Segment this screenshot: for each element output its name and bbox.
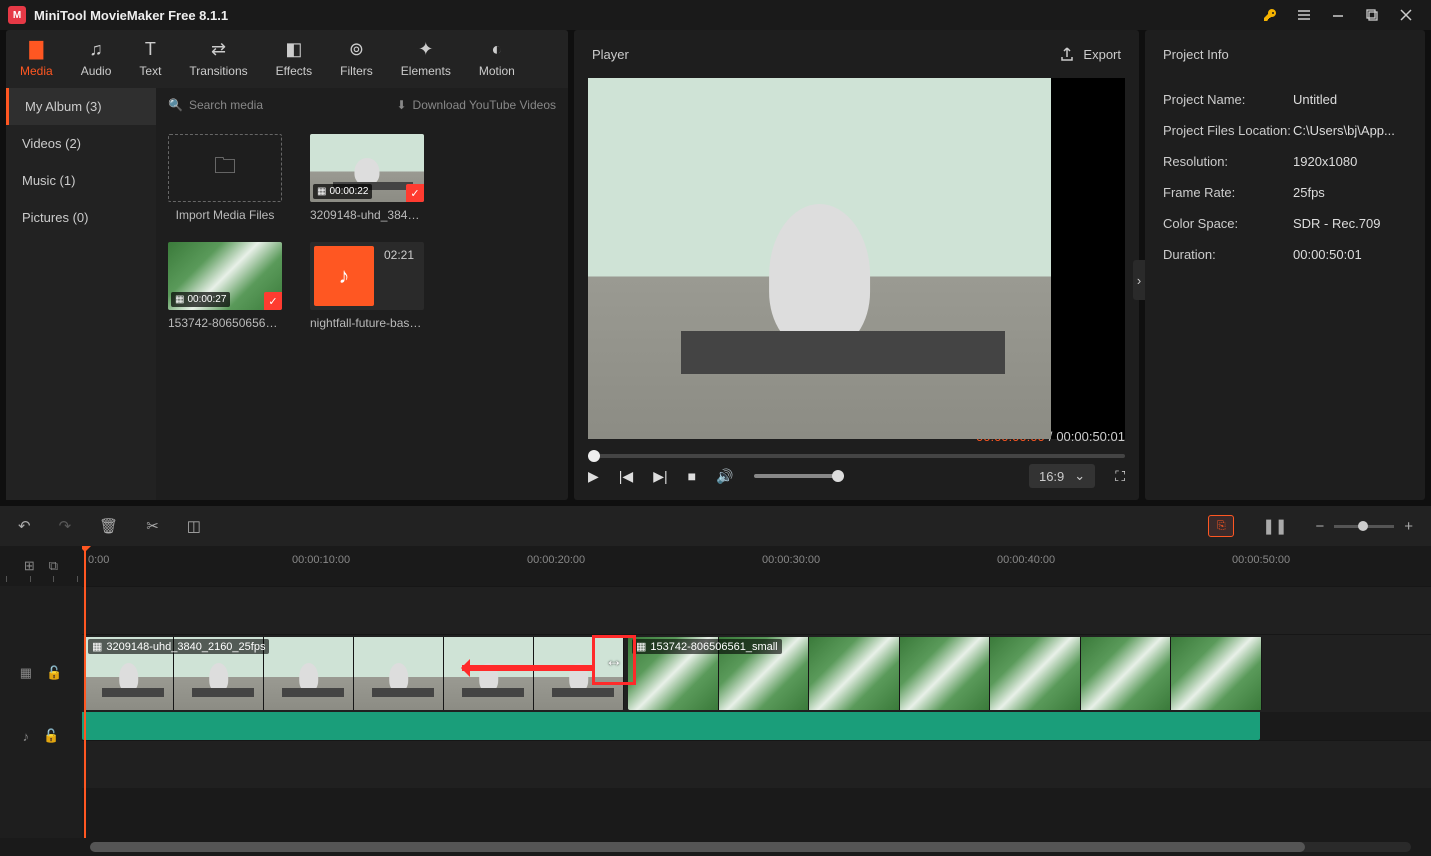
player-title: Player bbox=[592, 47, 1059, 62]
zoom-out-button[interactable]: − bbox=[1315, 518, 1324, 535]
motion-icon: ◐ bbox=[491, 38, 502, 60]
stop-button[interactable]: ■ bbox=[688, 468, 696, 484]
undo-button[interactable]: ↶ bbox=[18, 517, 31, 535]
resize-cursor-icon: ↔ bbox=[605, 650, 623, 671]
sidebar-item-myalbum[interactable]: My Album (3) bbox=[6, 88, 156, 125]
added-check-icon: ✓ bbox=[264, 292, 282, 310]
tab-audio[interactable]: ♫Audio bbox=[67, 30, 126, 88]
clip-trim-handle[interactable]: ↔ bbox=[592, 635, 636, 685]
redo-button[interactable]: ↷ bbox=[59, 517, 72, 535]
aspect-ratio-select[interactable]: 16:9 ⌄ bbox=[1029, 464, 1095, 488]
media-item-clip2[interactable]: ▦00:00:27 ✓ 153742-806506561... bbox=[168, 242, 282, 330]
player-panel: Player Export 00:00:00:00 / 00:00:50:01 … bbox=[574, 30, 1139, 500]
text-icon: T bbox=[145, 38, 156, 60]
project-info-panel: › Project Info Project Name:Untitled Pro… bbox=[1145, 30, 1425, 500]
audio-track-icon: ♪ bbox=[23, 729, 30, 744]
split-button[interactable]: ✂ bbox=[146, 517, 159, 535]
app-icon: M bbox=[8, 6, 26, 24]
media-panel: ▇Media ♫Audio TText ⇄Transitions ◧Effect… bbox=[6, 30, 568, 500]
tab-filters[interactable]: ⊚Filters bbox=[326, 30, 387, 88]
prev-frame-button[interactable]: |◀ bbox=[619, 468, 633, 485]
video-lock-button[interactable]: 🔓 bbox=[46, 665, 62, 681]
export-button[interactable]: Export bbox=[1059, 46, 1121, 62]
timeline-area: ↶ ↷ 🗑 ✂ ◫ ⎘ ❚❚ − + ⊞ ⧉ ▦ 🔓 ♪ 🔓 bbox=[0, 506, 1431, 856]
timeline-clip-2[interactable]: ▦153742-806506561_small bbox=[628, 637, 1262, 710]
progress-bar[interactable] bbox=[588, 454, 1125, 458]
folder-icon: 🗀 bbox=[214, 149, 236, 187]
video-track-icon: ▦ bbox=[20, 665, 32, 681]
zoom-slider[interactable] bbox=[1334, 525, 1394, 528]
collapse-info-button[interactable]: › bbox=[1133, 260, 1145, 300]
chevron-down-icon: ⌄ bbox=[1074, 468, 1085, 484]
crop-button[interactable]: ◫ bbox=[187, 517, 201, 535]
volume-icon[interactable]: 🔊 bbox=[716, 468, 733, 485]
tab-motion[interactable]: ◐Motion bbox=[465, 30, 529, 88]
timeline-toolbar: ↶ ↷ 🗑 ✂ ◫ ⎘ ❚❚ − + bbox=[0, 506, 1431, 546]
audio-lock-button[interactable]: 🔓 bbox=[43, 728, 59, 744]
timeline-clip-1[interactable]: ▦3209148-uhd_3840_2160_25fps bbox=[84, 637, 624, 710]
attached-audio-strip[interactable] bbox=[82, 712, 1260, 740]
tab-text[interactable]: TText bbox=[125, 30, 175, 88]
tab-media[interactable]: ▇Media bbox=[6, 30, 67, 88]
timeline-tracks[interactable]: 0:00 00:00:10:00 00:00:20:00 00:00:30:00… bbox=[82, 546, 1431, 838]
add-track-button[interactable]: ⊞ bbox=[24, 558, 35, 574]
media-item-clip1[interactable]: ▦00:00:22 ✓ 3209148-uhd_3840... bbox=[310, 134, 424, 222]
play-button[interactable]: ▶ bbox=[588, 468, 599, 485]
transitions-icon: ⇄ bbox=[211, 38, 226, 60]
video-icon: ▦ bbox=[175, 294, 184, 305]
minimize-button[interactable] bbox=[1321, 0, 1355, 30]
video-icon: ▦ bbox=[92, 640, 102, 653]
tab-transitions[interactable]: ⇄Transitions bbox=[175, 30, 261, 88]
tab-elements[interactable]: ✦Elements bbox=[387, 30, 465, 88]
media-tabs: ▇Media ♫Audio TText ⇄Transitions ◧Effect… bbox=[6, 30, 568, 88]
video-icon: ▦ bbox=[636, 640, 646, 653]
maximize-button[interactable] bbox=[1355, 0, 1389, 30]
track-layers-button[interactable]: ⧉ bbox=[49, 558, 58, 574]
timeline-ruler[interactable]: 0:00 00:00:10:00 00:00:20:00 00:00:30:00… bbox=[82, 546, 1431, 586]
timeline-scrollbar[interactable] bbox=[90, 842, 1411, 852]
title-bar: M MiniTool MovieMaker Free 8.1.1 bbox=[0, 0, 1431, 30]
sidebar-item-music[interactable]: Music (1) bbox=[6, 162, 156, 199]
music-icon: ♪ bbox=[314, 246, 374, 306]
playhead[interactable] bbox=[84, 546, 86, 838]
preview-area[interactable] bbox=[588, 78, 1125, 439]
filters-icon: ⊚ bbox=[349, 38, 364, 60]
license-key-icon[interactable] bbox=[1253, 0, 1287, 30]
import-media-tile[interactable]: 🗀 Import Media Files bbox=[168, 134, 282, 222]
music-note-icon: ♫ bbox=[89, 38, 103, 60]
sidebar-item-pictures[interactable]: Pictures (0) bbox=[6, 199, 156, 236]
tab-effects[interactable]: ◧Effects bbox=[262, 30, 326, 88]
media-sidebar: My Album (3) Videos (2) Music (1) Pictur… bbox=[6, 88, 156, 500]
search-icon: 🔍 bbox=[168, 98, 183, 112]
total-time: 00:00:50:01 bbox=[1056, 429, 1125, 444]
elements-icon: ✦ bbox=[418, 38, 433, 60]
zoom-in-button[interactable]: + bbox=[1404, 518, 1413, 535]
trim-arrow-annotation bbox=[462, 665, 592, 671]
app-title: MiniTool MovieMaker Free 8.1.1 bbox=[34, 8, 228, 23]
auto-fit-button[interactable]: ⎘ bbox=[1208, 515, 1234, 537]
added-check-icon: ✓ bbox=[406, 184, 424, 202]
effects-icon: ◧ bbox=[285, 38, 302, 60]
fullscreen-button[interactable]: ⛶ bbox=[1115, 468, 1125, 485]
export-icon bbox=[1059, 46, 1075, 62]
project-info-title: Project Info bbox=[1145, 30, 1425, 78]
marker-button[interactable]: ❚❚ bbox=[1262, 517, 1287, 535]
next-frame-button[interactable]: ▶| bbox=[653, 468, 667, 485]
audio-track[interactable] bbox=[82, 740, 1431, 788]
delete-button[interactable]: 🗑 bbox=[99, 517, 118, 535]
video-icon: ▦ bbox=[317, 186, 326, 197]
media-item-music1[interactable]: ♪ 02:21 nightfall-future-bass-... bbox=[310, 242, 424, 330]
folder-icon: ▇ bbox=[29, 38, 43, 60]
search-input[interactable]: 🔍 Search media bbox=[168, 98, 386, 112]
download-youtube-button[interactable]: ⬇ Download YouTube Videos bbox=[396, 98, 556, 112]
menu-icon[interactable] bbox=[1287, 0, 1321, 30]
download-icon: ⬇ bbox=[396, 98, 406, 112]
volume-slider[interactable] bbox=[754, 474, 844, 478]
sidebar-item-videos[interactable]: Videos (2) bbox=[6, 125, 156, 162]
media-grid: 🗀 Import Media Files ▦00:00:22 ✓ 3209148… bbox=[156, 122, 568, 500]
close-button[interactable] bbox=[1389, 0, 1423, 30]
